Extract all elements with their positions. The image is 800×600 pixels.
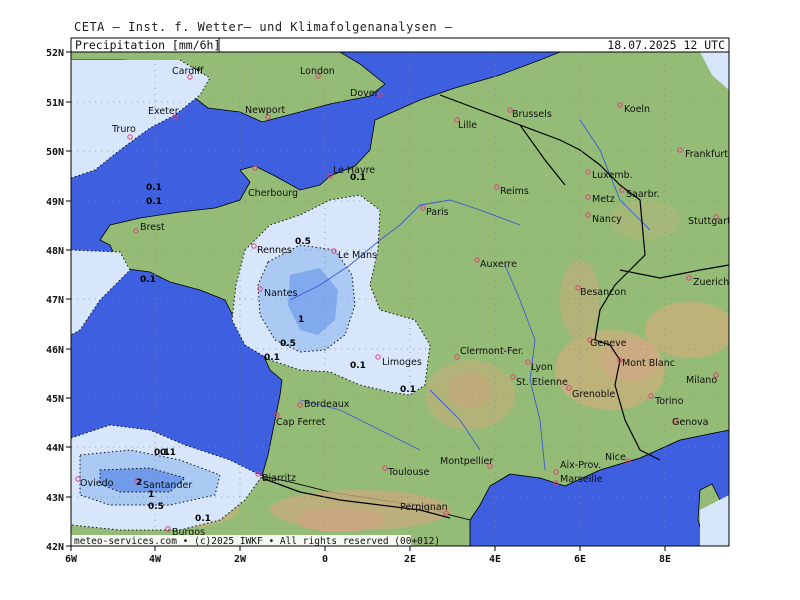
- x-tick-label: 4E: [489, 554, 501, 565]
- city-label: Brest: [140, 222, 165, 233]
- y-tick-label: 51N: [46, 98, 64, 109]
- city-label: Mont Blanc: [622, 358, 675, 369]
- city-label: Koeln: [624, 104, 650, 115]
- city-label: Auxerre: [480, 259, 517, 270]
- city-label: Geneve: [590, 338, 627, 349]
- x-tick-label: 4W: [149, 554, 162, 565]
- contour-label: 0.1: [400, 385, 416, 395]
- y-tick-label: 42N: [46, 542, 64, 553]
- y-tick-label: 43N: [46, 493, 64, 504]
- y-tick-label: 49N: [46, 197, 64, 208]
- city-label: Dover: [350, 88, 379, 99]
- city-label: Oviedo: [80, 478, 114, 489]
- city-label: Frankfurt: [685, 149, 728, 160]
- city-label: Aix-Prov.: [560, 460, 601, 471]
- city-label: Limoges: [382, 357, 422, 368]
- city-label: Perpignan: [400, 502, 448, 513]
- city-label: Exeter: [148, 106, 179, 117]
- contour-label: 0.1: [350, 361, 366, 371]
- city-label: Paris: [426, 207, 449, 218]
- precipitation-map: Precipitation [mm/6h] 18.07.2025 12 UTC: [46, 37, 731, 565]
- contour-label: 0.5: [280, 339, 296, 349]
- x-tick-label: 6E: [574, 554, 586, 565]
- y-tick-label: 50N: [46, 147, 64, 158]
- y-tick-label: 48N: [46, 246, 64, 257]
- city-label: Biarritz: [262, 473, 296, 484]
- city-label: Besancon: [580, 287, 626, 298]
- city-label: Montpellier: [440, 456, 493, 467]
- city-label: Luxemb.: [592, 170, 633, 181]
- city-label: London: [300, 66, 335, 77]
- contour-label: 0.1: [140, 275, 156, 285]
- city-label: Marseille: [560, 474, 603, 485]
- city-label: Toulouse: [387, 467, 429, 478]
- y-tick-label: 52N: [46, 48, 64, 59]
- x-tick-label: 8E: [659, 554, 671, 565]
- x-axis-labels: 6W 4W 2W 0 2E 4E 6E 8E: [65, 554, 671, 565]
- city-label: Genova: [672, 417, 708, 428]
- contour-label: 0.1: [264, 353, 280, 363]
- city-label: Saarbr.: [626, 189, 660, 200]
- contour-label: 0.1: [195, 514, 211, 524]
- x-tick-label: 2W: [234, 554, 247, 565]
- y-tick-label: 44N: [46, 443, 64, 454]
- y-tick-label: 46N: [46, 345, 64, 356]
- city-label: Clermont-Fer.: [460, 346, 524, 357]
- footer-credit: meteo-services.com • (c)2025 IWKF • All …: [74, 536, 440, 547]
- x-tick-label: 0: [322, 554, 328, 565]
- contour-label: 1: [148, 490, 154, 500]
- map-area: Cardiff London Dover Exeter Newport Truro Brus…: [71, 52, 731, 547]
- city-label: Torino: [654, 396, 684, 407]
- city-label: Nantes: [264, 288, 298, 299]
- contour-label: 0.1: [350, 173, 366, 183]
- city-label: Milano: [686, 375, 717, 386]
- city-label: Cherbourg: [248, 188, 298, 199]
- valid-time-label: 18.07.2025 12 UTC: [607, 38, 725, 52]
- city-label: Le Mans: [338, 250, 377, 261]
- city-label: Reims: [500, 186, 529, 197]
- city-label: St. Etienne: [516, 377, 568, 388]
- contour-label: 0.5: [148, 502, 164, 512]
- contour-label: 0.1: [146, 183, 162, 193]
- parameter-label: Precipitation [mm/6h]: [75, 38, 220, 52]
- y-axis-labels: 52N 51N 50N 49N 48N 47N 46N 45N 44N 43N …: [46, 48, 64, 553]
- city-label: Zuerich: [693, 277, 729, 288]
- contour-label: 0.1: [146, 197, 162, 207]
- city-label: Grenoble: [572, 389, 615, 400]
- y-tick-label: 45N: [46, 394, 64, 405]
- contour-label: 0.5: [295, 237, 311, 247]
- city-label: Cap Ferret: [276, 417, 326, 428]
- city-label: Metz: [592, 194, 615, 205]
- city-label: Nice: [605, 452, 626, 463]
- city-label: Stuttgart: [688, 216, 731, 227]
- x-tick-label: 6W: [65, 554, 78, 565]
- contour-label: 0.1: [160, 448, 176, 458]
- x-tick-label: 2E: [404, 554, 416, 565]
- city-label: Lyon: [531, 362, 553, 373]
- y-tick-label: 47N: [46, 295, 64, 306]
- city-label: Cardiff: [172, 66, 204, 77]
- city-label: Lille: [458, 120, 477, 131]
- city-label: Truro: [111, 124, 136, 135]
- city-label: Nancy: [592, 214, 622, 225]
- contour-label: 1: [298, 315, 304, 325]
- city-label: Newport: [245, 105, 285, 116]
- city-label: Rennes: [257, 245, 292, 256]
- contour-label: 2: [136, 478, 142, 488]
- info-bar: Precipitation [mm/6h] 18.07.2025 12 UTC: [70, 37, 730, 53]
- city-label: Brussels: [512, 109, 552, 120]
- city-label: Bordeaux: [304, 399, 350, 410]
